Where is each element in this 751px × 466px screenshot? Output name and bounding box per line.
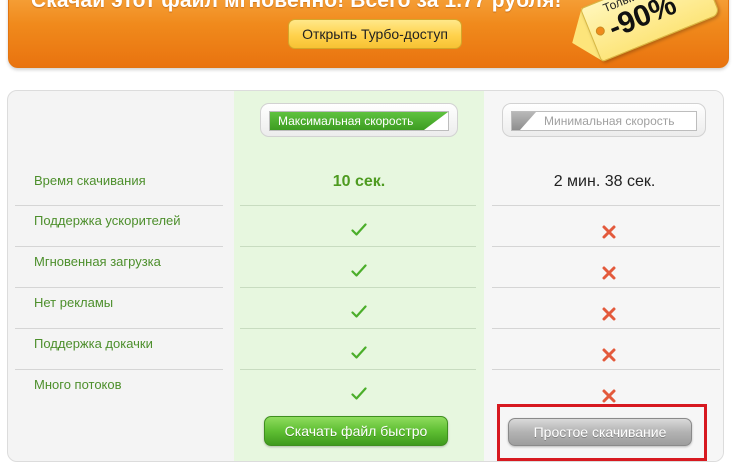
row-threads-label: Много потоков <box>34 377 122 392</box>
row-accelerator-label: Поддержка ускорителей <box>34 213 181 228</box>
row-divider <box>492 328 720 329</box>
row-divider <box>15 246 223 247</box>
check-icon <box>351 305 367 318</box>
slow-download-button[interactable]: Простое скачивание <box>508 418 692 446</box>
min-speed-indicator: Минимальная скорость <box>502 103 706 137</box>
turbo-promo-banner: Скачай этот файл мгновенно! Всего за 1.7… <box>8 0 729 70</box>
row-resume-label: Поддержка докачки <box>34 336 153 351</box>
row-divider <box>15 205 223 206</box>
check-icon <box>351 264 367 277</box>
row-instant-label: Мгновенная загрузка <box>34 254 161 269</box>
row-divider <box>15 287 223 288</box>
row-divider <box>492 246 720 247</box>
max-speed-indicator: Максимальная скорость <box>260 103 458 137</box>
fast-download-time: 10 сек. <box>332 173 386 190</box>
row-divider <box>492 205 720 206</box>
row-divider <box>492 287 720 288</box>
page: Скачай этот файл мгновенно! Всего за 1.7… <box>0 0 751 466</box>
row-no-ads-label: Нет рекламы <box>34 295 114 310</box>
cross-icon <box>602 225 616 239</box>
max-speed-label: Максимальная скорость <box>278 114 414 128</box>
cross-icon <box>602 348 616 362</box>
cross-icon <box>602 389 616 403</box>
row-download-time-label: Время скачивания <box>34 173 146 188</box>
row-divider <box>492 369 720 370</box>
row-divider <box>15 328 223 329</box>
check-icon <box>351 387 367 400</box>
check-icon <box>351 346 367 359</box>
banner-title: Скачай этот файл мгновенно! Всего за 1.7… <box>31 0 562 12</box>
row-divider <box>240 369 476 370</box>
row-divider <box>240 246 476 247</box>
row-divider <box>240 287 476 288</box>
min-speed-label: Минимальная скорость <box>544 114 675 128</box>
cross-icon <box>602 266 616 280</box>
speed-comparison-panel: Максимальная скорость Минимальная скорос… <box>7 90 724 462</box>
slow-download-time: 2 мин. 38 сек. <box>553 173 656 190</box>
open-turbo-access-button[interactable]: Открыть Турбо-доступ <box>288 19 462 49</box>
discount-tag: Только со -90% <box>557 0 731 86</box>
check-icon <box>351 223 367 236</box>
row-divider <box>240 328 476 329</box>
row-divider <box>240 205 476 206</box>
row-divider <box>15 369 223 370</box>
fast-download-button[interactable]: Скачать файл быстро <box>264 416 448 446</box>
cross-icon <box>602 307 616 321</box>
